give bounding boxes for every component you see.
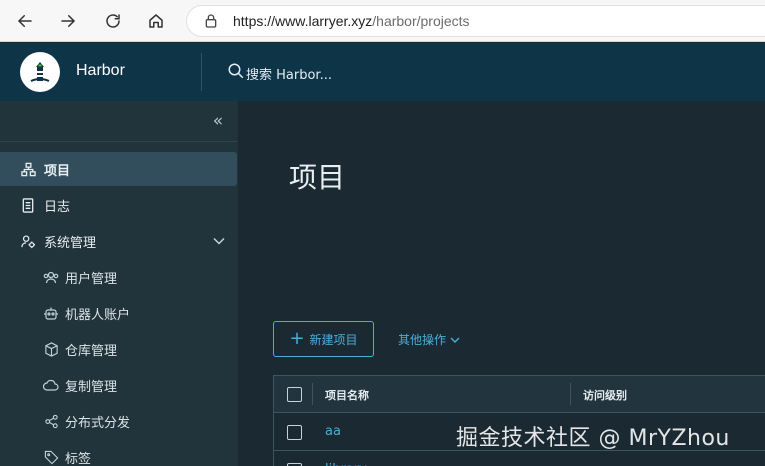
forward-button[interactable] [53,6,83,36]
table-header: 项目名称 访问级别 [274,376,765,413]
sidebar-item-logs[interactable]: 日志 [0,188,238,222]
column-header-name[interactable]: 项目名称 [325,387,369,403]
column-header-access[interactable]: 访问级别 [583,387,627,403]
browser-toolbar: https://www.larryer.xyz/harbor/projects [0,0,765,42]
robot-icon [43,305,59,321]
sidebar-item-label: 项目 [44,163,71,179]
sidebar-item-label: 机器人账户 [65,307,131,323]
lighthouse-icon [30,62,50,82]
header-divider [201,53,202,91]
project-name-link[interactable]: aa [325,424,341,439]
sidebar-item-distributions[interactable]: 分布式分发 [0,404,238,438]
address-bar[interactable]: https://www.larryer.xyz/harbor/projects [186,5,765,37]
new-project-label: 新建项目 [309,332,358,347]
project-name-link[interactable]: library [325,462,367,466]
home-button[interactable] [141,6,171,36]
cloud-icon [43,377,59,393]
new-project-button[interactable]: + 新建项目 [273,321,374,357]
sidebar-item-label: 分布式分发 [65,415,131,431]
brand-name[interactable]: Harbor [76,62,125,80]
arrow-right-icon [61,15,76,27]
system-gear-icon [20,233,36,249]
project-tree-icon [20,161,36,177]
arrow-left-icon [17,15,32,27]
tag-icon [43,449,59,465]
sidebar-item-registries[interactable]: 仓库管理 [0,332,238,366]
select-all-checkbox[interactable] [287,387,302,402]
sidebar-divider [0,141,238,142]
collapse-sidebar-icon[interactable]: « [208,111,228,131]
other-actions-label: 其他操作 [398,333,447,347]
sidebar: « 项目 日志 系统管理 用户管理 机器人账户 仓库管理 复制管理 分布式分发 … [0,101,238,466]
sidebar-item-label: 复制管理 [65,379,118,395]
users-icon [43,269,59,285]
sidebar-item-label: 用户管理 [65,271,118,287]
reload-icon [106,14,120,28]
box-icon [43,341,59,357]
main-content: 项目 + 新建项目 其他操作 项目名称 访问级别 aa library 公开 [238,101,765,466]
sidebar-item-projects[interactable]: 项目 [0,152,237,186]
sidebar-item-system-admin[interactable]: 系统管理 [0,224,238,258]
plus-icon: + [289,328,305,349]
page-title: 项目 [289,161,346,194]
chevron-down-icon[interactable] [212,234,226,248]
url-host: https://www.larryer.xyz [233,13,373,29]
sidebar-item-label: 标签 [65,451,92,466]
table-row: library 公开 [274,452,765,466]
chevron-down-icon [450,337,460,343]
column-separator [312,383,313,405]
sidebar-item-label: 日志 [44,199,71,215]
log-document-icon [20,197,36,213]
back-button[interactable] [10,6,40,36]
url-text: https://www.larryer.xyz/harbor/projects [233,13,470,29]
sidebar-item-label: 仓库管理 [65,343,118,359]
sidebar-item-users[interactable]: 用户管理 [0,260,238,294]
app-header: Harbor 搜索 Harbor... [0,43,765,101]
home-icon [149,14,163,28]
sidebar-item-labels[interactable]: 标签 [0,440,238,466]
sidebar-item-robots[interactable]: 机器人账户 [0,296,238,330]
reload-button[interactable] [98,6,128,36]
url-path: /harbor/projects [372,13,470,29]
watermark: 掘金技术社区 @ MrYZhou [456,426,730,451]
search-icon[interactable] [227,62,245,80]
column-separator [570,383,571,405]
row-checkbox[interactable] [287,425,302,440]
sidebar-item-label: 系统管理 [44,235,97,251]
other-actions-dropdown[interactable]: 其他操作 [398,331,461,348]
share-icon [43,413,59,429]
lock-icon [205,14,217,28]
sidebar-item-replications[interactable]: 复制管理 [0,368,238,402]
global-search-input[interactable]: 搜索 Harbor... [246,64,332,83]
harbor-logo[interactable] [20,52,60,92]
